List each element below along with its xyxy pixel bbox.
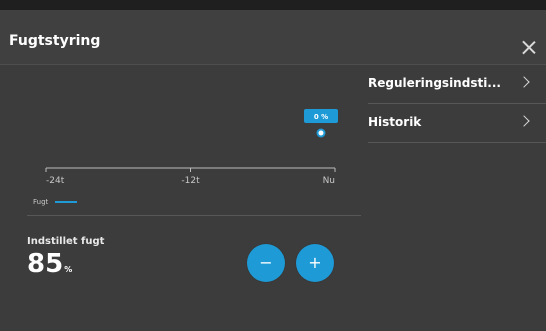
plus-icon: + xyxy=(308,253,322,272)
chevron-right-icon xyxy=(518,115,530,127)
setpoint-value: 85% xyxy=(27,249,72,279)
top-strip xyxy=(0,0,546,10)
close-icon[interactable] xyxy=(522,40,536,54)
data-point xyxy=(316,128,326,138)
chevron-right-icon xyxy=(518,76,530,88)
setpoint-number: 85 xyxy=(27,249,64,279)
setpoint-unit: % xyxy=(64,265,73,274)
chart-divider xyxy=(27,215,361,216)
menu-item-label: Reguleringsindsti... xyxy=(368,76,501,90)
settings-menu: Reguleringsindsti... Historik xyxy=(368,65,546,143)
x-tick-label: Nu xyxy=(323,176,335,186)
menu-item-regulation-settings[interactable]: Reguleringsindsti... xyxy=(368,65,546,104)
header: Fugtstyring xyxy=(0,10,546,65)
increase-button[interactable]: + xyxy=(296,244,334,282)
page-title: Fugtstyring xyxy=(9,33,101,49)
data-label: 0 % xyxy=(314,113,328,121)
menu-item-history[interactable]: Historik xyxy=(368,104,546,143)
legend-label: Fugt xyxy=(33,198,49,206)
chart-svg: -24t -12t Nu 0 % Fugt xyxy=(33,109,338,206)
minus-icon: − xyxy=(259,253,273,272)
x-tick-label: -24t xyxy=(46,176,65,186)
decrease-button[interactable]: − xyxy=(247,244,285,282)
menu-item-label: Historik xyxy=(368,115,422,129)
setpoint-label: Indstillet fugt xyxy=(27,236,105,247)
humidity-chart: -24t -12t Nu 0 % Fugt xyxy=(9,65,361,215)
x-tick-label: -12t xyxy=(181,176,200,186)
